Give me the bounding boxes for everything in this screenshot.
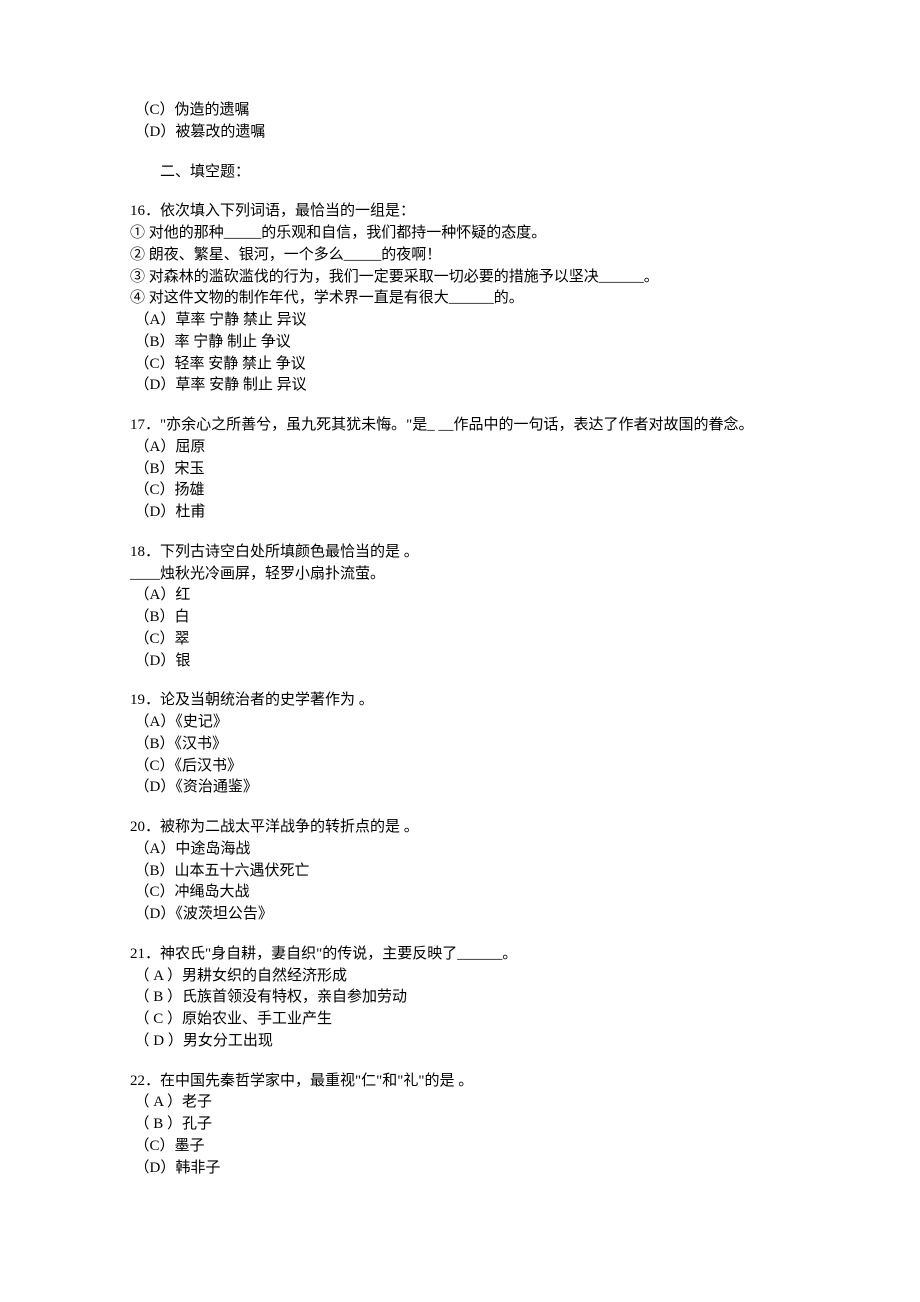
question-22: 22．在中国先秦哲学家中，最重视"仁"和"礼"的是 。 （ A ）老子 （ B … xyxy=(130,1071,790,1180)
choice-c: （ C ）原始农业、手工业产生 xyxy=(130,1009,790,1031)
choice-a: （ A ）男耕女织的自然经济形成 xyxy=(130,966,790,988)
question-stem: 21．神农氏"身自耕，妻自织"的传说，主要反映了______。 xyxy=(130,944,790,966)
choice-a: （A）草率 宁静 禁止 异议 xyxy=(130,310,790,332)
question-18: 18．下列古诗空白处所填颜色最恰当的是 。 ____烛秋光冷画屏，轻罗小扇扑流萤… xyxy=(130,542,790,673)
choice-d: （D）被篡改的遗嘱 xyxy=(130,122,790,144)
choice-a: （A）中途岛海战 xyxy=(130,839,790,861)
choice-d: （ D ）男女分工出现 xyxy=(130,1031,790,1053)
choice-a: （A）屈原 xyxy=(130,437,790,459)
question-stem: 22．在中国先秦哲学家中，最重视"仁"和"礼"的是 。 xyxy=(130,1071,790,1093)
choice-c: （C）墨子 xyxy=(130,1136,790,1158)
choice-b: （ B ）孔子 xyxy=(130,1114,790,1136)
question-stem: 16．依次填入下列词语，最恰当的一组是： xyxy=(130,201,790,223)
choice-c: （C）伪造的遗嘱 xyxy=(130,100,790,122)
question-16: 16．依次填入下列词语，最恰当的一组是： ① 对他的那种_____的乐观和自信，… xyxy=(130,201,790,397)
question-21: 21．神农氏"身自耕，妻自织"的传说，主要反映了______。 （ A ）男耕女… xyxy=(130,944,790,1053)
choice-d: （D）银 xyxy=(130,651,790,673)
choice-d: （D）草率 安静 制止 异议 xyxy=(130,375,790,397)
precontext-choices: （C）伪造的遗嘱 （D）被篡改的遗嘱 xyxy=(130,100,790,144)
choice-a: （A）《史记》 xyxy=(130,712,790,734)
question-17: 17．"亦余心之所善兮，虽九死其犹未悔。"是_ __作品中的一句话，表达了作者对… xyxy=(130,415,790,524)
choice-b: （B）《汉书》 xyxy=(130,734,790,756)
choice-b: （B）白 xyxy=(130,607,790,629)
question-stem: 19．论及当朝统治者的史学著作为 。 xyxy=(130,690,790,712)
question-19: 19．论及当朝统治者的史学著作为 。 （A）《史记》 （B）《汉书》 （C）《后… xyxy=(130,690,790,799)
question-sub-1: ____烛秋光冷画屏，轻罗小扇扑流萤。 xyxy=(130,564,790,586)
choice-d: （D）韩非子 xyxy=(130,1158,790,1180)
question-sub-3: ③ 对森林的滥砍滥伐的行为，我们一定要采取一切必要的措施予以坚决______。 xyxy=(130,267,790,289)
question-stem: 18．下列古诗空白处所填颜色最恰当的是 。 xyxy=(130,542,790,564)
choice-d: （D）杜甫 xyxy=(130,502,790,524)
choice-b: （ B ）氏族首领没有特权，亲自参加劳动 xyxy=(130,987,790,1009)
choice-c: （C）《后汉书》 xyxy=(130,756,790,778)
choice-c: （C）冲绳岛大战 xyxy=(130,882,790,904)
section-header: 二、填空题： xyxy=(130,162,790,184)
choice-b: （B）宋玉 xyxy=(130,459,790,481)
question-sub-1: ① 对他的那种_____的乐观和自信，我们都持一种怀疑的态度。 xyxy=(130,223,790,245)
question-20: 20．被称为二战太平洋战争的转折点的是 。 （A）中途岛海战 （B）山本五十六遇… xyxy=(130,817,790,926)
question-sub-4: ④ 对这件文物的制作年代，学术界一直是有很大______的。 xyxy=(130,288,790,310)
question-stem: 20．被称为二战太平洋战争的转折点的是 。 xyxy=(130,817,790,839)
choice-d: （D）《资治通鉴》 xyxy=(130,777,790,799)
choice-b: （B）山本五十六遇伏死亡 xyxy=(130,861,790,883)
choice-c: （C）轻率 安静 禁止 争议 xyxy=(130,354,790,376)
choice-a: （ A ）老子 xyxy=(130,1092,790,1114)
choice-c: （C）翠 xyxy=(130,629,790,651)
question-sub-2: ② 朗夜、繁星、银河，一个多么_____的夜啊！ xyxy=(130,245,790,267)
question-stem: 17．"亦余心之所善兮，虽九死其犹未悔。"是_ __作品中的一句话，表达了作者对… xyxy=(130,415,790,437)
choice-d: （D）《波茨坦公告》 xyxy=(130,904,790,926)
choice-c: （C）扬雄 xyxy=(130,480,790,502)
choice-a: （A）红 xyxy=(130,585,790,607)
choice-b: （B）率 宁静 制止 争议 xyxy=(130,332,790,354)
